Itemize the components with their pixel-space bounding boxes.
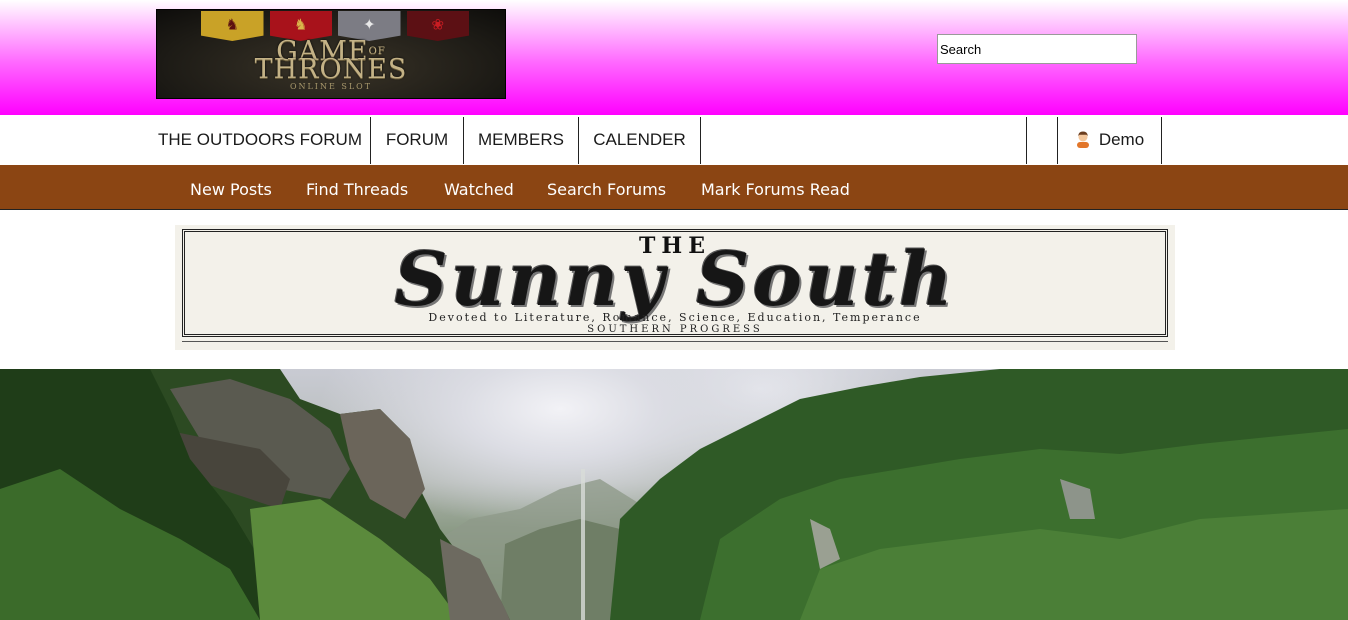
logo-title: GAMEOF THRONES [254, 36, 408, 85]
lion-banner: ♞ [201, 11, 264, 41]
main-navigation: THE OUTDOORS FORUM FORUM MEMBERS CALENDE… [0, 115, 1348, 165]
banner-subtitle-2: SOUTHERN PROGRESS [587, 324, 763, 335]
nav-item-members[interactable]: MEMBERS [464, 117, 578, 165]
subnav-watched[interactable]: Watched [444, 165, 514, 209]
site-logo[interactable]: ♞ ♞ ✦ ❀ GAMEOF THRONES ONLINE SLOT [156, 9, 506, 99]
site-header: ♞ ♞ ✦ ❀ GAMEOF THRONES ONLINE SLOT [0, 0, 1348, 115]
dragon-banner: ❀ [406, 11, 469, 41]
subnav-mark-forums-read[interactable]: Mark Forums Read [701, 165, 850, 209]
search-input[interactable] [937, 34, 1137, 64]
banner-footer-rule [182, 341, 1168, 348]
sub-navigation: New Posts Find Threads Watched Search Fo… [0, 165, 1348, 210]
nav-item-forum[interactable]: FORUM [371, 117, 463, 165]
logo-subtitle: ONLINE SLOT [289, 82, 373, 91]
hero-image [0, 369, 1348, 620]
nav-item-calender[interactable]: CALENDER [579, 117, 700, 165]
user-name: Demo [1098, 130, 1145, 149]
sunny-south-banner[interactable]: THE Sunny South Devoted to Literature, R… [175, 225, 1175, 350]
subnav-search-forums[interactable]: Search Forums [547, 165, 666, 209]
nav-item-outdoors-forum[interactable]: THE OUTDOORS FORUM [150, 117, 370, 165]
nav-divider [1161, 117, 1162, 164]
banner-subtitle: Devoted to Literature, Romance, Science,… [428, 311, 922, 324]
user-menu[interactable]: Demo [1058, 117, 1161, 165]
subnav-find-threads[interactable]: Find Threads [306, 165, 408, 209]
nav-item-empty[interactable] [1027, 117, 1057, 165]
nav-divider [700, 117, 701, 164]
jungle-cliff-illustration [0, 369, 1348, 620]
user-icon [1076, 131, 1089, 148]
subnav-new-posts[interactable]: New Posts [190, 165, 272, 209]
